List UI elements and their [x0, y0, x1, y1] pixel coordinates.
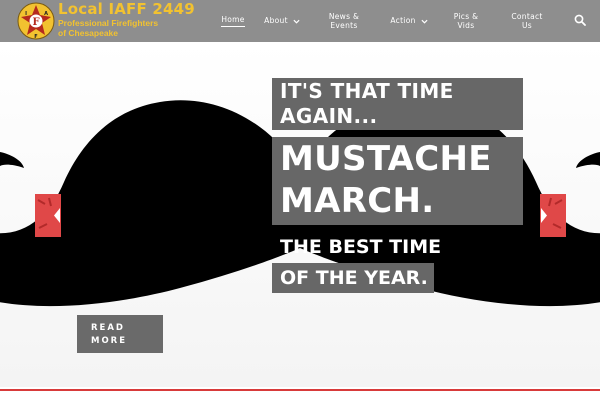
brand-subtitle-line2: of Chesapeake — [58, 27, 118, 38]
nav-item-label: Home — [221, 15, 245, 28]
badge-letter-bottom: F — [34, 34, 37, 40]
read-more-line1: READ — [91, 323, 125, 333]
chevron-down-icon — [293, 19, 300, 24]
hero-tagline-line2: OF THE YEAR. — [280, 267, 428, 289]
read-more-button[interactable]: READ MORE — [77, 315, 163, 353]
hero-tagline-line2-box: OF THE YEAR. — [272, 263, 434, 293]
nav-item-pics-vids[interactable]: Pics & Vids — [448, 0, 484, 42]
nav-item-label-line1: Contact — [511, 11, 543, 21]
hero-title: MUSTACHE MARCH. — [272, 137, 523, 225]
hero-headline: IT'S THAT TIME AGAIN... — [272, 78, 523, 130]
hero-headline-line2: AGAIN... — [280, 104, 378, 128]
nav-item-label-line1: News & — [328, 11, 360, 21]
nav-item-label-line1: Pics & — [453, 11, 479, 21]
nav-item-home[interactable]: Home — [218, 0, 248, 42]
badge-letter-center: F — [32, 17, 39, 28]
nav-item-label-line2: Us — [522, 21, 532, 30]
nav-item-action[interactable]: Action — [386, 0, 432, 42]
brand-title: Local IAFF 2449 — [58, 0, 195, 18]
nav-item-label: About — [264, 16, 288, 26]
hero-tagline-line1-box: THE BEST TIME — [272, 232, 442, 262]
nav-item-contact-us[interactable]: Contact Us — [506, 0, 548, 42]
slider-prev-button[interactable] — [35, 194, 61, 237]
iaff-logo-icon: F I A F — [17, 2, 55, 40]
hero-headline-line1: IT'S THAT TIME — [280, 79, 454, 103]
hero-title-line1: MUSTACHE — [280, 139, 492, 179]
hero-tagline-line1: THE BEST TIME — [280, 236, 442, 258]
nav-item-about[interactable]: About — [258, 0, 306, 42]
hero-title-line2: MARCH. — [280, 181, 435, 221]
nav-item-label: Action — [390, 16, 416, 26]
slider-next-button[interactable] — [540, 194, 566, 237]
chevron-right-icon — [540, 194, 566, 237]
read-more-line2: MORE — [91, 335, 128, 346]
main-nav: Home About News & Events Action Pics & V… — [210, 0, 600, 42]
search-icon[interactable] — [574, 14, 586, 26]
brand-text: Local IAFF 2449 Professional Firefighter… — [58, 2, 195, 38]
hero-slider: IT'S THAT TIME AGAIN... MUSTACHE MARCH. … — [0, 42, 600, 387]
nav-item-label-line2: Events — [330, 21, 358, 30]
nav-item-news-events[interactable]: News & Events — [324, 0, 364, 42]
chevron-left-icon — [35, 194, 61, 237]
chevron-down-icon — [421, 19, 428, 24]
badge-letter-tr: A — [44, 11, 48, 17]
accent-divider — [0, 389, 600, 391]
site-header: F I A F Local IAFF 2449 Professional Fir… — [0, 0, 600, 42]
nav-item-label-line2: Vids — [457, 21, 475, 30]
badge-letter-tl: I — [25, 11, 27, 17]
